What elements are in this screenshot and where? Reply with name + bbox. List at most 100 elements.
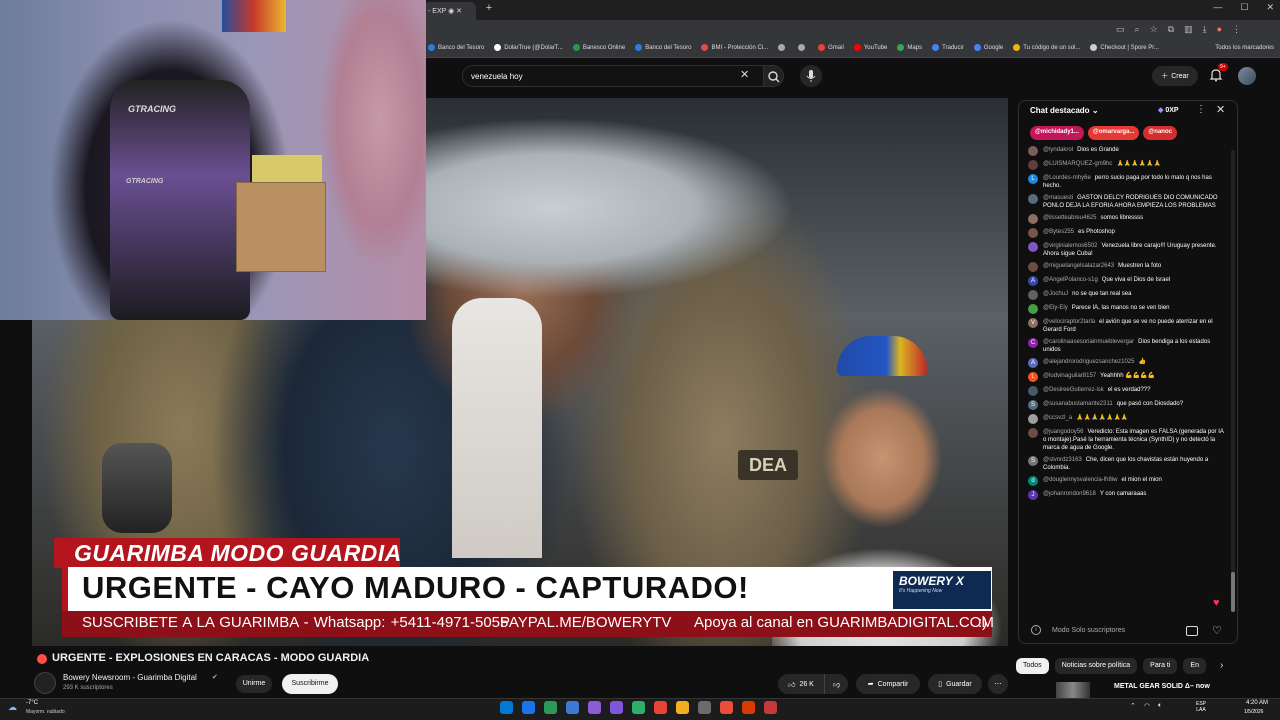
bookmark-item[interactable]: Traducir <box>932 44 964 51</box>
extensions-icon[interactable]: ⧉ <box>1168 24 1174 35</box>
more-actions-button[interactable]: ⋯ <box>988 674 1008 694</box>
create-button[interactable]: ＋ Crear <box>1152 66 1198 86</box>
chat-message[interactable]: @LUISMARQUEZ-gm9hc 🙏🙏🙏🙏🙏🙏 <box>1028 160 1224 170</box>
chat-options-icon[interactable]: ⋮ <box>1196 104 1206 115</box>
dislike-button[interactable]: 👎︎ <box>824 674 848 694</box>
chat-author-avatar[interactable] <box>1028 290 1038 300</box>
chat-author-name[interactable]: @LUISMARQUEZ-gm9hc <box>1043 161 1112 167</box>
chat-author-avatar[interactable] <box>1028 262 1038 272</box>
chat-author-name[interactable]: @Ely-Ely <box>1043 305 1068 311</box>
bookmark-item[interactable]: Banco del Tesoro <box>635 44 691 51</box>
app-icon[interactable] <box>588 701 601 714</box>
clock-date[interactable]: 1/5/2026 <box>1244 709 1263 715</box>
chat-author-name[interactable]: @miguelangelsalazar2643 <box>1043 263 1114 269</box>
filter-chip[interactable]: En <box>1183 658 1206 674</box>
chat-message[interactable]: @miguelangelsalazar2643 Muestren la foto <box>1028 262 1224 272</box>
chat-author-avatar[interactable]: d <box>1028 476 1038 486</box>
filter-chip[interactable]: Todos <box>1016 658 1049 674</box>
maximize-icon[interactable]: ☐ <box>1240 2 1248 13</box>
chat-message[interactable]: @ccsvzl_a 🙏🙏🙏🙏🙏🙏🙏 <box>1028 414 1224 424</box>
chat-message[interactable]: @lissetteabreu4625 somos libressss <box>1028 214 1224 224</box>
app-icon[interactable] <box>698 701 711 714</box>
recommended-video-title[interactable]: METAL GEAR SOLID Δ– now <box>1114 683 1210 690</box>
chat-author-avatar[interactable]: C <box>1028 338 1038 348</box>
chat-mode-dropdown[interactable]: Chat destacado ⌄ <box>1030 106 1099 115</box>
start-icon[interactable] <box>500 701 513 714</box>
heart-icon[interactable]: ♡ <box>1212 624 1222 637</box>
edge-icon[interactable] <box>522 701 535 714</box>
chat-author-name[interactable]: @JochuJ <box>1043 291 1068 297</box>
chat-author-avatar[interactable]: S <box>1028 400 1038 410</box>
account-avatar[interactable] <box>1238 67 1256 85</box>
app-icon[interactable] <box>566 701 579 714</box>
chat-author-avatar[interactable] <box>1028 228 1038 238</box>
search-button[interactable] <box>764 65 784 87</box>
subscribe-button[interactable]: Suscribirme <box>282 674 338 694</box>
app-icon[interactable] <box>544 701 557 714</box>
chat-message[interactable]: A @alejandrorodriguezsanchez1025 👍 <box>1028 358 1224 368</box>
bookmark-item[interactable]: Checkout | Spore Pr... <box>1090 44 1159 51</box>
recommended-video-thumbnail[interactable] <box>1056 682 1090 698</box>
chat-author-avatar[interactable]: L <box>1028 174 1038 184</box>
chat-close-icon[interactable]: ✕ <box>1216 103 1225 116</box>
new-tab-button[interactable]: + <box>482 2 496 16</box>
chat-message[interactable]: d @douglennysvalencia-lh8iw el mion el mio… <box>1028 476 1224 486</box>
voice-search-button[interactable] <box>800 65 822 87</box>
join-button[interactable]: Unirme <box>236 675 272 693</box>
chat-message[interactable]: @Bytes255 es Photoshop <box>1028 228 1224 238</box>
app-icon[interactable] <box>610 701 623 714</box>
chat-message[interactable]: A @AngelPolanco-s1g Que viva el Dios de Is… <box>1028 276 1224 286</box>
chat-author-name[interactable]: @DesireeGutierrez-isk <box>1043 387 1104 393</box>
chat-author-name[interactable]: @ccsvzl_a <box>1043 415 1072 421</box>
install-icon[interactable]: ▭ <box>1116 24 1125 35</box>
weather-temperature[interactable]: -7°C <box>26 700 38 706</box>
spotify-icon[interactable] <box>632 701 645 714</box>
save-button[interactable]: ▯ Guardar <box>928 674 982 694</box>
chat-message[interactable]: @lyndakrol Dios es Grande <box>1028 146 1224 156</box>
chat-author-avatar[interactable] <box>1028 146 1038 156</box>
tray-chevron-icon[interactable]: ⌃ <box>1130 702 1136 710</box>
profile-icon[interactable]: ● <box>1217 24 1222 35</box>
weather-description[interactable]: Mayorm. nublado <box>26 709 65 715</box>
clear-search-icon[interactable]: ✕ <box>740 68 749 81</box>
close-window-icon[interactable]: ✕ <box>1266 2 1274 13</box>
chat-author-name[interactable]: @johanrondon9618 <box>1043 491 1096 497</box>
chevron-right-icon[interactable]: › <box>1220 660 1223 671</box>
chat-message[interactable]: S @stvnrdz3163 Che, dicen que los chavista… <box>1028 456 1224 472</box>
chat-author-avatar[interactable]: L <box>1028 372 1038 382</box>
filter-chip[interactable]: Para ti <box>1143 658 1178 674</box>
chat-author-name[interactable]: @susanabustamante2311 <box>1043 401 1113 407</box>
chat-message[interactable]: @masuesti GASTON DELCY RODRIGUES DIO COMU… <box>1028 194 1224 210</box>
super-chat-ticker[interactable]: @omarvarga... <box>1087 126 1140 140</box>
chat-author-name[interactable]: @alejandrorodriguezsanchez1025 <box>1043 359 1135 365</box>
super-chat-ticker[interactable]: @michidady1... <box>1030 126 1084 140</box>
chat-author-name[interactable]: @virginialemos6502 <box>1043 243 1097 249</box>
chat-author-avatar[interactable] <box>1028 160 1038 170</box>
bookmark-item[interactable]: Tu código de un sol... <box>1013 44 1080 51</box>
gift-icon[interactable] <box>1186 626 1198 636</box>
bookmark-item[interactable]: Banesco Online <box>572 44 625 51</box>
chat-author-name[interactable]: @AngelPolanco-s1g <box>1043 277 1098 283</box>
chat-xp-counter[interactable]: ◆ 0XP <box>1158 106 1179 114</box>
chat-author-name[interactable]: @masuesti <box>1043 195 1073 201</box>
chat-author-name[interactable]: @lissetteabreu4625 <box>1043 215 1096 221</box>
app-icon[interactable] <box>720 701 733 714</box>
star-icon[interactable]: ☆ <box>1150 24 1158 35</box>
chat-author-avatar[interactable] <box>1028 414 1038 424</box>
chat-message[interactable]: V @velociraptor2tarla el avión que se ve n… <box>1028 318 1224 334</box>
chat-author-name[interactable]: @carolinaasesoriainmueblevergar <box>1043 339 1134 345</box>
all-bookmarks[interactable]: Todos los marcadores <box>1215 45 1274 51</box>
bookmark-item[interactable]: YouTube <box>853 44 887 51</box>
chat-scrollbar-thumb[interactable] <box>1231 572 1235 612</box>
chat-author-avatar[interactable] <box>1028 194 1038 204</box>
chat-message[interactable]: @JochuJ no se que tan real sea <box>1028 290 1224 300</box>
chat-author-avatar[interactable]: V <box>1028 318 1038 328</box>
chat-author-avatar[interactable] <box>1028 304 1038 314</box>
chat-scrollbar[interactable] <box>1231 150 1235 610</box>
input-language[interactable]: ESP LAA <box>1196 701 1206 713</box>
chat-input-placeholder[interactable]: Modo Solo suscriptores <box>1052 627 1125 634</box>
chat-author-name[interactable]: @juangodoy56 <box>1043 429 1083 435</box>
filter-chip[interactable]: Noticias sobre política <box>1054 658 1138 674</box>
sidebar-icon[interactable]: ▥ <box>1184 24 1193 35</box>
chat-author-name[interactable]: @ludvinaguilar8157 <box>1043 373 1096 379</box>
